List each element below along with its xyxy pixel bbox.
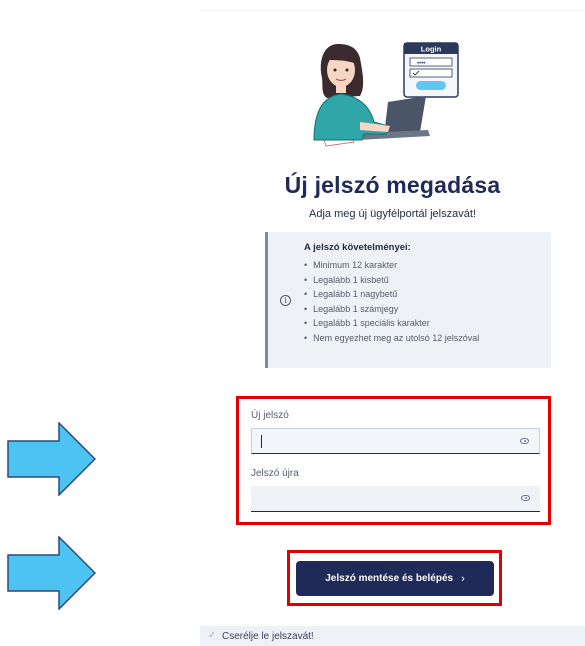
info-icon: i — [280, 295, 291, 306]
check-icon: ✓ — [208, 630, 217, 641]
requirement-item: Legalább 1 nagybetű — [304, 287, 479, 302]
requirement-item: Nem egyezhet meg az utolsó 12 jelszóval — [304, 331, 479, 346]
requirements-list: Minimum 12 karakter Legalább 1 kisbetű L… — [304, 258, 479, 345]
panel-divider — [200, 10, 585, 11]
password-requirements: i A jelszó követelményei: Minimum 12 kar… — [265, 232, 551, 368]
page-subtitle: Adja meg új ügyfélportál jelszavát! — [309, 208, 476, 220]
highlight-frame-fields — [236, 396, 551, 525]
requirement-item: Legalább 1 számjegy — [304, 302, 479, 317]
page-title: Új jelszó megadása — [284, 172, 501, 198]
highlight-frame-button — [287, 550, 502, 606]
requirement-item: Minimum 12 karakter — [304, 258, 479, 273]
requirement-item: Legalább 1 speciális karakter — [304, 316, 479, 331]
login-card-title: Login — [421, 45, 442, 54]
requirements-title: A jelszó követelményei: — [304, 242, 411, 253]
arrow-right-icon — [7, 536, 96, 610]
notification-message: Cserélje le jelszavát! — [222, 631, 314, 642]
login-card-password: •••• — [417, 61, 425, 67]
notification-bar: ✓ Cserélje le jelszavát! — [200, 626, 585, 646]
requirement-item: Legalább 1 kisbetű — [304, 273, 479, 288]
arrow-right-icon — [7, 422, 96, 496]
login-illustration: Login •••• — [313, 42, 459, 147]
